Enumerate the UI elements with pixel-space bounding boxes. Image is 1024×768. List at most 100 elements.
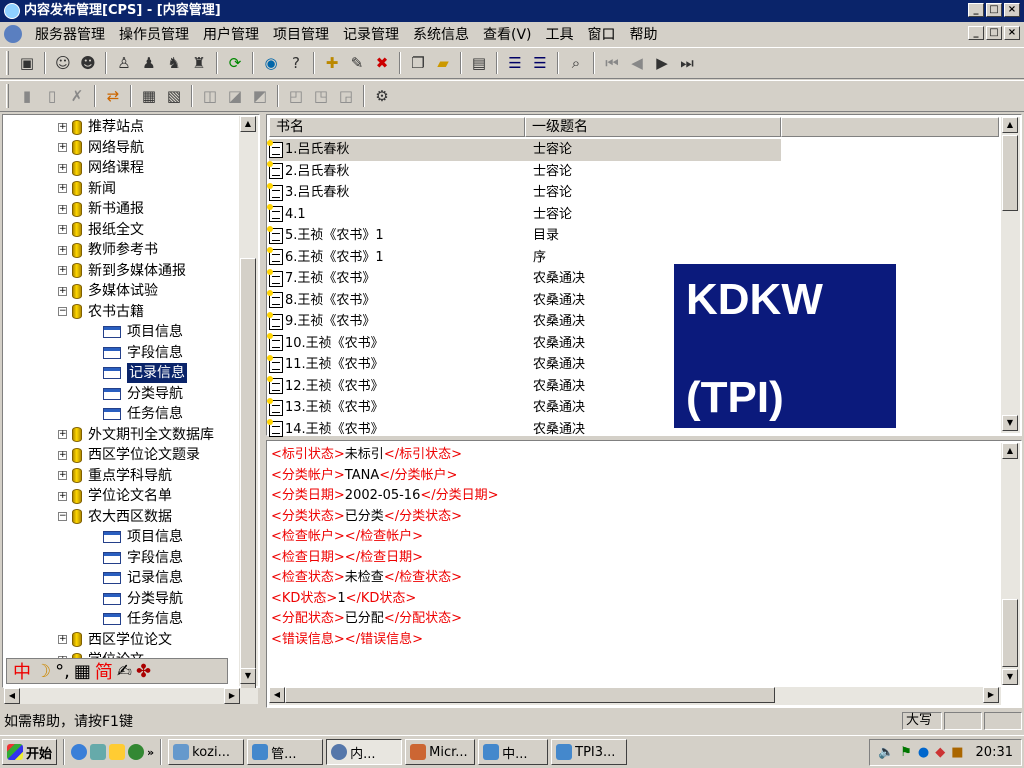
detail-hscroll-thumb[interactable] [285,687,775,703]
quicklaunch-chevron-icon[interactable]: » [147,746,154,759]
tree-node[interactable]: + 西区学位论文 [58,630,172,651]
db-delete-icon[interactable]: ✗ [66,85,88,107]
last-record-icon[interactable]: ⏭ [676,52,698,74]
task-manager[interactable]: 管... [247,739,324,765]
tree-node[interactable]: + 多媒体试验 [58,281,158,302]
list-row[interactable]: 2.吕氏春秋 士容论 [267,161,781,183]
collapse-icon[interactable]: − [58,512,67,522]
list-row[interactable]: 3.吕氏春秋 士容论 [267,182,781,204]
tree-node[interactable]: + 外文期刊全文数据库 [58,425,214,446]
operator-add-icon[interactable]: ☺ [52,52,74,74]
scroll-down-button[interactable]: ▼ [1002,415,1018,431]
menu-record[interactable]: 记录管理 [336,24,406,44]
messenger-icon[interactable]: ● [918,745,929,760]
column-header-title[interactable]: 书名 [269,117,525,137]
page-icon[interactable]: ▤ [468,52,490,74]
expand-icon[interactable]: + [58,266,67,276]
menu-operator[interactable]: 操作员管理 [112,24,196,44]
tree-leaf[interactable]: 任务信息 [103,609,183,630]
antivirus-icon[interactable]: ◆ [935,745,945,760]
start-button[interactable]: 开始 [2,739,58,765]
tree-node[interactable]: − 农大西区数据 [58,507,172,528]
volume-icon[interactable]: 🔈 [878,745,894,760]
tree-hscrollbar[interactable]: ◀ ▶ [4,688,258,704]
table-add-icon[interactable]: ▧ [163,85,185,107]
tree-leaf[interactable]: 项目信息 [103,527,183,548]
split-horizontal-icon[interactable]: ☰ [504,52,526,74]
tray-app-icon[interactable]: ■ [951,745,963,760]
pen-icon[interactable]: ✍ [117,661,132,682]
scroll-right-button[interactable]: ▶ [983,687,999,703]
tree-node[interactable]: + 重点学科导航 [58,466,172,487]
db-icon[interactable]: ▮ [16,85,38,107]
outlook-icon[interactable] [109,744,126,760]
task-powerpoint[interactable]: Micr... [405,739,476,765]
navigation-tree[interactable]: + 推荐站点 + 网络导航 + 网络课程 + 新闻 + 新书通报 + 报纸全文 + 教师参考书 + 新到多媒体… [2,114,260,688]
scroll-left-button[interactable]: ◀ [4,688,20,704]
tree-node[interactable]: + 网络导航 [58,138,144,159]
db-add-icon[interactable]: ▯ [41,85,63,107]
task-add-icon[interactable]: ◳ [310,85,332,107]
split-vertical-icon[interactable]: ☰ [529,52,551,74]
tree-node[interactable]: + 新书通报 [58,199,144,220]
detail-scroll-thumb[interactable] [1002,599,1018,667]
folder-icon[interactable]: ▰ [432,52,454,74]
menu-help[interactable]: 帮助 [623,24,665,44]
tree-node[interactable]: + 网络课程 [58,158,144,179]
help-icon[interactable]: ? [285,52,307,74]
chart-remove-icon[interactable]: ◩ [249,85,271,107]
expand-icon[interactable]: + [58,245,67,255]
tree-leaf[interactable]: 分类导航 [103,384,183,405]
task-kozi[interactable]: kozi... [168,739,245,765]
expand-icon[interactable]: + [58,471,67,481]
mdi-restore-button[interactable]: □ [986,26,1002,40]
scroll-right-button[interactable]: ▶ [224,688,240,704]
list-row[interactable]: 5.王祯《农书》1 目录 [267,225,781,247]
chart-add-icon[interactable]: ◪ [224,85,246,107]
tools-icon[interactable]: ✤ [136,661,151,682]
tree-node[interactable]: − 农书古籍 [58,302,144,323]
ime-simplified[interactable]: 简 [95,658,113,684]
task-browser-cn[interactable]: 中... [478,739,549,765]
expand-icon[interactable]: + [58,491,67,501]
expand-icon[interactable]: + [58,204,67,214]
menu-user[interactable]: 用户管理 [196,24,266,44]
delete-record-icon[interactable]: ✖ [371,52,393,74]
ie-icon[interactable] [71,744,88,760]
column-header-empty[interactable] [781,117,999,137]
first-record-icon[interactable]: ⏮ [601,52,623,74]
menu-project[interactable]: 项目管理 [266,24,336,44]
tree-leaf[interactable]: 项目信息 [103,322,183,343]
tree-leaf[interactable]: 字段信息 [103,548,183,569]
task-tpi[interactable]: TPI3... [551,739,628,765]
ime-toolbar[interactable]: 中 ☽ °, ▦ 简 ✍ ✤ [6,658,228,684]
media-player-icon[interactable] [128,744,145,760]
globe-icon[interactable]: ◉ [260,52,282,74]
clock[interactable]: 20:31 [976,745,1013,760]
prev-record-icon[interactable]: ◀ [626,52,648,74]
expand-icon[interactable]: + [58,225,67,235]
tree-leaf[interactable]: 字段信息 [103,343,183,364]
scroll-down-button[interactable]: ▼ [1002,669,1018,685]
minimize-button[interactable]: _ [968,3,984,17]
column-header-level1[interactable]: 一级题名 [525,117,781,137]
menu-tools[interactable]: 工具 [539,24,581,44]
menu-system[interactable]: 系统信息 [406,24,476,44]
tree-leaf[interactable]: 分类导航 [103,589,183,610]
tree-node[interactable]: + 教师参考书 [58,240,158,261]
expand-icon[interactable]: + [58,163,67,173]
tree-node[interactable]: + 西区学位论文题录 [58,445,200,466]
expand-icon[interactable]: + [58,286,67,296]
detail-hscrollbar[interactable]: ◀ ▶ [269,687,1001,705]
user-icon[interactable]: ♙ [113,52,135,74]
user-delete-icon[interactable]: ♜ [188,52,210,74]
expand-icon[interactable]: + [58,635,67,645]
tree-leaf[interactable]: 任务信息 [103,404,183,425]
scroll-left-button[interactable]: ◀ [269,687,285,703]
record-list[interactable]: 书名 一级题名 ▲ ▼ 1.吕氏春秋 士容论 2.吕氏春秋 士容论 3.吕氏春秋 士容论 4… [266,114,1022,438]
list-vscrollbar[interactable]: ▲ ▼ [1001,117,1020,433]
edit-record-icon[interactable]: ✎ [346,52,368,74]
tree-node[interactable]: + 新闻 [58,179,116,200]
mdi-close-button[interactable]: × [1004,26,1020,40]
chart-icon[interactable]: ◫ [199,85,221,107]
